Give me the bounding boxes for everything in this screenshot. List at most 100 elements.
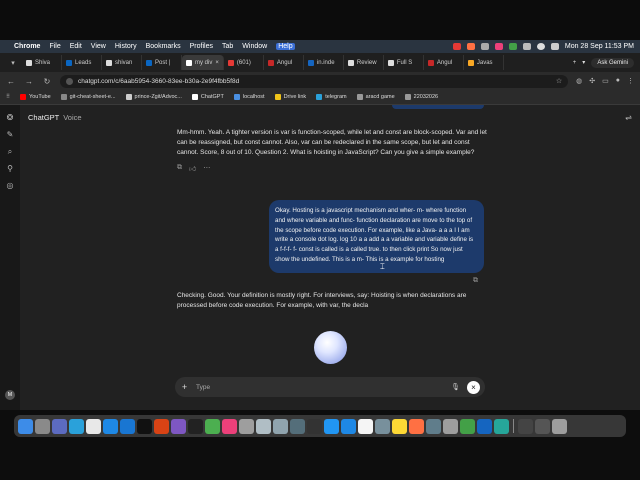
mic-muted-icon[interactable]: 🎙︎ [451,383,460,391]
tab-7[interactable]: in.inde [304,55,344,70]
status-app-icon[interactable] [494,43,503,50]
notes-icon[interactable] [392,418,407,434]
safari-icon[interactable] [103,418,118,434]
record-icon[interactable] [452,43,461,50]
apps-grid-icon[interactable]: ⠿ [6,94,10,100]
reload-icon[interactable]: ↻ [42,77,52,86]
app-icon[interactable] [443,418,458,434]
address-bar[interactable]: chatgpt.com/c/6aab5954-3660-83ee-b30a-2e… [60,74,569,88]
menu-profiles[interactable]: Profiles [190,43,213,50]
terminal-icon[interactable] [307,418,322,434]
site-info-icon[interactable] [66,77,73,85]
bookmark-youtube[interactable]: YouTube [20,94,51,100]
bookmark-22032026[interactable]: 22032026 [404,94,438,100]
bookmark-git-cheat-sheet[interactable]: git-cheat-sheet-e... [60,94,116,100]
split-view-icon[interactable]: ▭ [602,77,609,85]
app-icon[interactable] [239,418,254,434]
page-title[interactable]: ChatGPT Voice [28,113,82,122]
control-center-icon[interactable] [550,43,559,50]
end-voice-button[interactable]: × [467,380,480,394]
app-store-icon[interactable] [341,418,356,434]
forward-icon[interactable]: → [24,77,34,86]
menu-bookmarks[interactable]: Bookmarks [146,43,181,50]
app-icon[interactable] [273,418,288,434]
app-icon[interactable] [290,418,305,434]
openai-logo-icon[interactable]: ❂ [6,113,15,122]
status-app-icon[interactable] [508,43,517,50]
menu-edit[interactable]: Edit [70,43,82,50]
app-icon[interactable] [375,418,390,434]
app-icon[interactable] [426,418,441,434]
app-icon[interactable] [535,418,550,434]
bookmark-drive-link[interactable]: Drive link [274,94,306,100]
tab-1[interactable]: Leads [62,55,102,70]
app-icon[interactable] [171,418,186,434]
tab-2[interactable]: shivan [102,55,142,70]
grid-icon[interactable] [52,418,67,434]
tab-3[interactable]: Post | [142,55,182,70]
search-icon[interactable]: ⌕ [6,147,15,156]
new-chat-icon[interactable]: ✎ [6,130,15,139]
app-icon[interactable] [494,418,509,434]
chrome-icon[interactable] [86,418,101,434]
close-icon[interactable]: × [215,60,219,66]
status-app-icon[interactable] [466,43,475,50]
app-icon[interactable] [409,418,424,434]
music-icon[interactable] [222,418,237,434]
tab-10[interactable]: Angul [424,55,464,70]
finder-icon[interactable] [18,418,33,434]
menubar-datetime[interactable]: Mon 28 Sep 11:53 PM [565,43,634,50]
more-menu-icon[interactable]: ⋮ [627,77,634,85]
extension-icon[interactable]: ◍ [576,77,582,85]
voice-orb[interactable] [314,331,347,364]
more-icon[interactable]: ⋯ [203,164,210,173]
battery-icon[interactable] [522,43,531,50]
telegram-icon[interactable] [69,418,84,434]
status-app-icon[interactable] [480,43,489,50]
whatsapp-icon[interactable] [460,418,475,434]
ask-gemini-button[interactable]: Ask Gemini [591,57,634,68]
plus-icon[interactable]: + [180,382,189,392]
calendar-icon[interactable] [358,418,373,434]
explore-icon[interactable]: ◎ [6,181,15,190]
tab-search-icon[interactable]: ▾ [4,56,22,70]
menu-help[interactable]: Help [276,43,295,50]
tab-5[interactable]: (601) [224,55,264,70]
thumbs-up-icon[interactable]: 👍︎ [189,164,196,173]
bookmark-aracd-game[interactable]: aracd game [356,94,395,100]
profile-icon[interactable]: ● [616,77,620,85]
extensions-icon[interactable]: ✣ [589,77,595,85]
tab-8[interactable]: Review [344,55,384,70]
back-icon[interactable]: ← [6,77,16,86]
android-studio-icon[interactable] [205,418,220,434]
netflix-icon[interactable] [137,418,152,434]
avatar[interactable]: M [5,390,15,400]
tab-9[interactable]: Full S [384,55,424,70]
app-icon[interactable] [324,418,339,434]
bookmark-star-icon[interactable]: ☆ [556,77,562,85]
menu-window[interactable]: Window [242,43,267,50]
launchpad-icon[interactable] [35,418,50,434]
trash-icon[interactable] [552,418,567,434]
message-input[interactable] [196,383,445,391]
menu-app-name[interactable]: Chrome [14,43,40,50]
menu-view[interactable]: View [91,43,106,50]
new-tab-icon[interactable]: + [573,60,577,66]
app-icon[interactable] [477,418,492,434]
options-icon[interactable]: ⇌ [625,113,632,122]
tab-4[interactable]: my div × [182,55,224,70]
menu-history[interactable]: History [115,43,137,50]
app-icon[interactable] [518,418,533,434]
bookmark-localhost[interactable]: localhost [233,94,265,100]
library-icon[interactable]: ⚲ [6,164,15,173]
wifi-icon[interactable] [536,43,545,50]
vscode-icon[interactable] [120,418,135,434]
menu-tab[interactable]: Tab [222,43,233,50]
app-icon[interactable] [256,418,271,434]
tab-11[interactable]: Javas [464,55,504,70]
copy-icon[interactable]: ⧉ [473,277,478,285]
bookmark-github[interactable]: prince-Zgit/Advoc... [125,94,182,100]
bookmark-chatgpt[interactable]: ChatGPT [191,94,224,100]
copy-icon[interactable]: ⧉ [177,164,182,173]
photo-icon[interactable] [154,418,169,434]
